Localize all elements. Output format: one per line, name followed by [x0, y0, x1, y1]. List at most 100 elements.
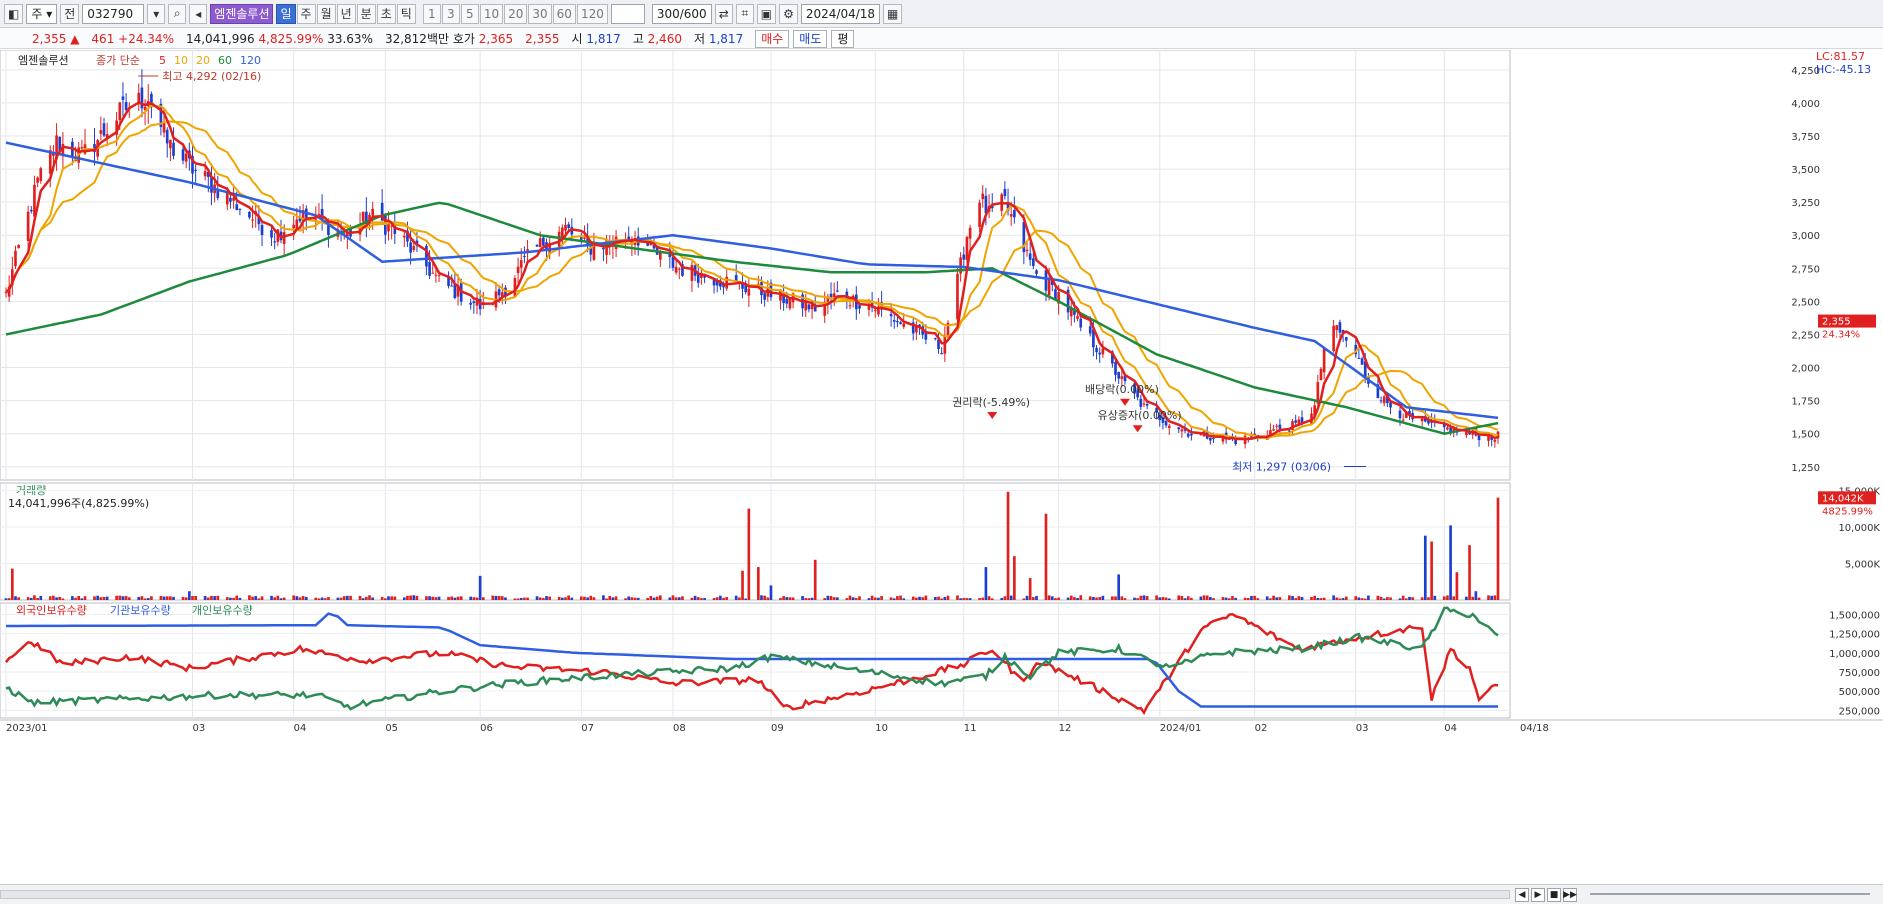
price-change: 461: [91, 31, 115, 46]
volume-bar: [1139, 595, 1143, 600]
volume-bar: [500, 596, 504, 600]
volume-bar: [624, 598, 627, 600]
stock-chart[interactable]: 2023/01 03 04 05 06 07 08 09 10 11 12 2024/01 02 03 04…: [0, 50, 1883, 884]
candle-body: [17, 245, 20, 249]
candle-body: [968, 227, 972, 239]
period-tab[interactable]: 주: [296, 3, 316, 24]
buy-button[interactable]: 매수: [755, 29, 790, 48]
volume-bar: [987, 596, 991, 600]
volume-bar: [1452, 596, 1456, 600]
period-tab[interactable]: 분: [356, 3, 376, 24]
candle-body: [1117, 372, 1121, 379]
sell-button[interactable]: 매도: [793, 29, 828, 48]
candle-body: [437, 275, 441, 277]
candle-body: [1145, 403, 1149, 406]
interval-button[interactable]: 3: [441, 3, 460, 24]
volume-bar: [83, 596, 87, 600]
volume-bar: [611, 597, 615, 600]
interval-button[interactable]: 60: [552, 3, 576, 24]
scroll-end-icon[interactable]: ▶▶: [1563, 888, 1577, 902]
compare-button[interactable]: 전: [60, 3, 80, 24]
interval-button[interactable]: 120: [576, 3, 608, 24]
candle-body: [317, 213, 321, 215]
volume-bar: [1487, 595, 1490, 600]
volume-subtitle: 14,041,996주(4,825.99%): [8, 497, 149, 510]
volume-bar: [810, 597, 814, 600]
y-tick-label: 2,250: [1791, 330, 1820, 341]
volume-bar: [1190, 597, 1193, 600]
period-tab[interactable]: 년: [336, 3, 356, 24]
volume-bar: [1205, 595, 1209, 600]
candle-body: [99, 130, 103, 134]
stock-code-input[interactable]: 032790: [82, 3, 145, 24]
interval-button[interactable]: 30: [528, 3, 552, 24]
volume-bar: [1069, 595, 1073, 600]
low-label: 저: [693, 32, 706, 46]
scroll-right-icon[interactable]: ▶: [1531, 888, 1545, 902]
save-icon[interactable]: ▣: [756, 3, 777, 24]
period-select[interactable]: 주 ▾: [26, 3, 58, 24]
volume-bar: [1164, 597, 1168, 600]
candle-body: [1035, 270, 1038, 274]
legend-item: 종가 단순: [96, 54, 140, 67]
volume-bar: [248, 595, 251, 600]
code-dropdown-icon[interactable]: ▾: [147, 3, 166, 24]
candle-body: [14, 250, 17, 267]
count-input[interactable]: 300/600: [651, 3, 712, 24]
candle-body: [402, 235, 406, 238]
zoom-slider[interactable]: [1590, 893, 1870, 895]
volume-bar: [1031, 597, 1035, 600]
x-tick-label: 10: [875, 723, 888, 734]
compare-mode-icon[interactable]: ⇄: [714, 3, 733, 24]
stock-name-button[interactable]: 엠젠솔루션: [210, 3, 274, 24]
volume-bar: [1202, 595, 1206, 600]
interval-custom-input[interactable]: [610, 3, 645, 24]
volume-bar: [320, 597, 324, 600]
candle-body: [1379, 400, 1383, 402]
volume-bar: [431, 596, 435, 600]
volume-bar: [342, 596, 346, 600]
period-tab[interactable]: 틱: [396, 3, 416, 24]
candle-body: [1278, 424, 1282, 429]
volume-bar: [7, 598, 11, 600]
interval-button[interactable]: 10: [479, 3, 504, 24]
candle-body: [238, 208, 242, 210]
volume-bar: [943, 597, 947, 600]
candle-body: [696, 274, 700, 283]
scroll-left-icon[interactable]: ◀: [1515, 888, 1529, 902]
volume-bar: [756, 567, 760, 600]
volume-bar: [1073, 597, 1076, 600]
zoom-icon[interactable]: ⌗: [735, 3, 754, 24]
candle-body: [434, 274, 438, 276]
interval-button[interactable]: 1: [422, 3, 441, 24]
candle-body: [1139, 398, 1143, 407]
avg-button[interactable]: 평: [831, 29, 855, 48]
search-icon[interactable]: ⌕: [168, 3, 187, 24]
volume-bar: [434, 597, 438, 600]
prev-stock-icon[interactable]: ◂: [189, 3, 208, 24]
period-tab[interactable]: 초: [376, 3, 396, 24]
horizontal-scrollbar[interactable]: [0, 890, 1510, 899]
interval-button[interactable]: 20: [504, 3, 528, 24]
candle-body: [627, 236, 631, 240]
volume-bar: [361, 598, 365, 600]
candle-body: [1167, 425, 1171, 428]
y-tick-label: 2,000: [1791, 364, 1820, 375]
holdings-legend-item: 외국인보유수량: [16, 604, 87, 617]
volume-bar: [734, 595, 738, 600]
date-input[interactable]: 2024/04/18: [800, 3, 881, 24]
volume-bar: [339, 597, 343, 600]
volume-bar: [1455, 572, 1459, 600]
stop-icon[interactable]: ■: [1547, 888, 1561, 902]
volume-bar: [380, 597, 384, 600]
period-tab[interactable]: 일: [276, 3, 296, 24]
volume-bar: [542, 598, 545, 600]
chart-menu-icon[interactable]: ◧: [4, 3, 24, 24]
calendar-icon[interactable]: ▦: [883, 3, 903, 24]
volume-bar: [1158, 597, 1162, 600]
period-tab[interactable]: 월: [316, 3, 336, 24]
settings-icon[interactable]: ⚙: [779, 3, 798, 24]
volume-bar: [630, 597, 634, 600]
interval-button[interactable]: 5: [460, 3, 479, 24]
volume-bar: [1313, 595, 1316, 600]
